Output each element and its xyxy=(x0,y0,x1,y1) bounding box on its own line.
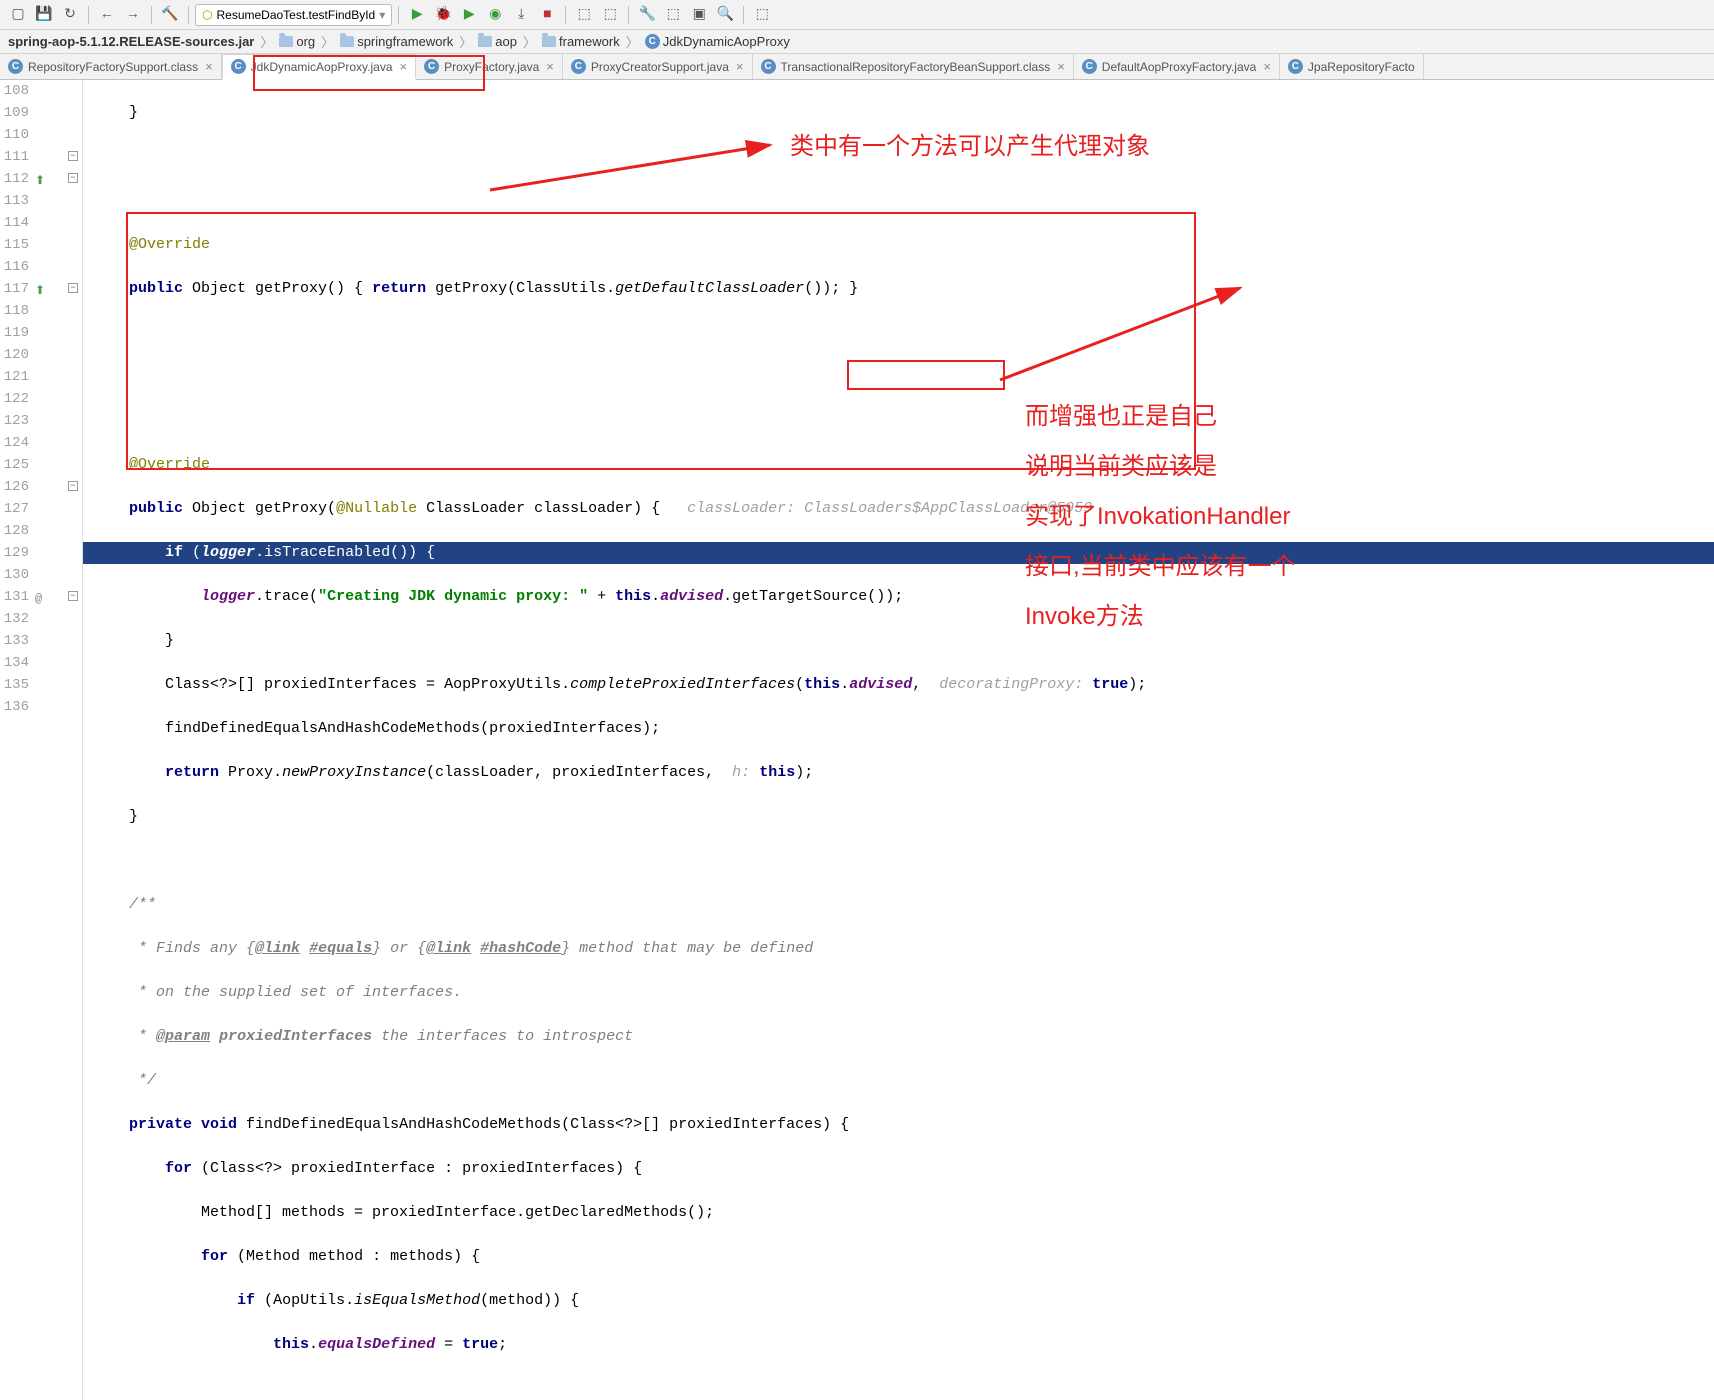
line-numbers: 1081091101111121131141151161171181191201… xyxy=(0,80,35,1400)
override-up-icon[interactable]: ⬆ xyxy=(35,170,45,192)
tool-icon[interactable]: ⬚ xyxy=(572,3,596,27)
fold-icon[interactable]: − xyxy=(68,173,78,183)
tab-file[interactable]: CJpaRepositoryFacto xyxy=(1280,54,1424,79)
breadcrumb-pkg[interactable]: framework xyxy=(542,34,620,49)
breadcrumb-pkg[interactable]: springframework xyxy=(340,34,453,49)
close-icon[interactable]: × xyxy=(400,59,408,74)
structure-icon[interactable]: ⬚ xyxy=(750,3,774,27)
wrench-icon[interactable]: 🔧 xyxy=(635,3,659,27)
fold-icon[interactable]: − xyxy=(68,481,78,491)
tool-icon[interactable]: ⬚ xyxy=(661,3,685,27)
breadcrumb-class[interactable]: CJdkDynamicAopProxy xyxy=(645,34,790,49)
breadcrumb-pkg[interactable]: org xyxy=(279,34,315,49)
close-icon[interactable]: × xyxy=(205,59,213,74)
tool-icon[interactable]: ⬚ xyxy=(598,3,622,27)
run-config-label: ResumeDaoTest.testFindById xyxy=(216,8,375,22)
coverage-icon[interactable]: ▶ xyxy=(457,3,481,27)
refresh-icon[interactable]: ↻ xyxy=(58,3,82,27)
back-icon[interactable]: ← xyxy=(95,3,119,27)
override-up-icon[interactable]: ⬆ xyxy=(35,280,45,302)
breadcrumb: spring-aop-5.1.12.RELEASE-sources.jar 〉 … xyxy=(0,30,1714,54)
forward-icon[interactable]: → xyxy=(121,3,145,27)
tab-file[interactable]: CRepositoryFactorySupport.class× xyxy=(0,54,222,79)
search-icon[interactable]: 🔍 xyxy=(713,3,737,27)
profile-icon[interactable]: ◉ xyxy=(483,3,507,27)
tab-file[interactable]: CProxyCreatorSupport.java× xyxy=(563,54,753,79)
save-icon[interactable]: 💾 xyxy=(32,3,56,27)
debug-icon[interactable]: 🐞 xyxy=(431,3,455,27)
editor-tabs: CRepositoryFactorySupport.class× CJdkDyn… xyxy=(0,54,1714,80)
close-icon[interactable]: × xyxy=(546,59,554,74)
stop-icon[interactable]: ■ xyxy=(535,3,559,27)
tool-icon[interactable]: ▣ xyxy=(687,3,711,27)
close-icon[interactable]: × xyxy=(736,59,744,74)
run-config-dropdown[interactable]: ⬡ ResumeDaoTest.testFindById ▾ xyxy=(195,4,392,26)
breadcrumb-pkg[interactable]: aop xyxy=(478,34,517,49)
close-icon[interactable]: × xyxy=(1057,59,1065,74)
fold-icon[interactable]: − xyxy=(68,591,78,601)
at-icon[interactable]: @ xyxy=(35,588,42,610)
tab-file[interactable]: CProxyFactory.java× xyxy=(416,54,563,79)
gutter-marks: ⬆ ⬆ @ xyxy=(35,80,65,1400)
tab-file[interactable]: CJdkDynamicAopProxy.java× xyxy=(222,54,416,80)
close-icon[interactable]: × xyxy=(1263,59,1271,74)
tab-file[interactable]: CTransactionalRepositoryFactoryBeanSuppo… xyxy=(753,54,1074,79)
code-editor[interactable]: 1081091101111121131141151161171181191201… xyxy=(0,80,1714,1400)
fold-icon[interactable]: − xyxy=(68,151,78,161)
fold-icon[interactable]: − xyxy=(68,283,78,293)
attach-icon[interactable]: ⤓ xyxy=(509,3,533,27)
toolbar: ▢ 💾 ↻ ← → 🔨 ⬡ ResumeDaoTest.testFindById… xyxy=(0,0,1714,30)
run-icon[interactable]: ▶ xyxy=(405,3,429,27)
code-area[interactable]: } @Override public Object getProxy() { r… xyxy=(83,80,1714,1400)
open-icon[interactable]: ▢ xyxy=(6,3,30,27)
gutter-fold: − − − − − xyxy=(65,80,83,1400)
tab-file[interactable]: CDefaultAopProxyFactory.java× xyxy=(1074,54,1280,79)
build-icon[interactable]: 🔨 xyxy=(158,3,182,27)
breadcrumb-jar[interactable]: spring-aop-5.1.12.RELEASE-sources.jar xyxy=(8,34,254,49)
